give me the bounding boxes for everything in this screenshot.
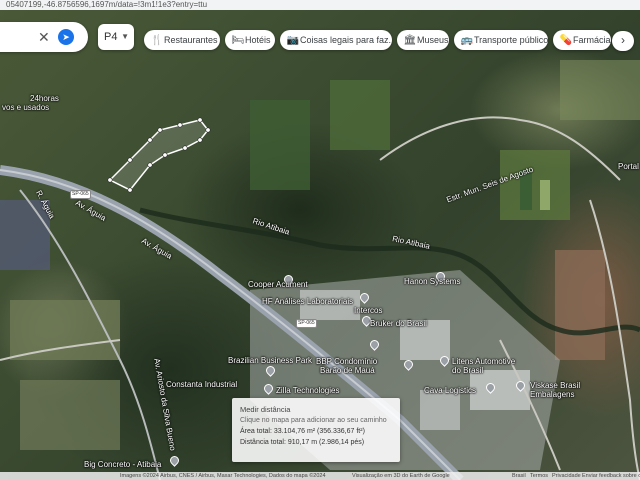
farm-field — [560, 60, 640, 120]
place-label[interactable]: Bruker do Brasil — [370, 319, 427, 328]
farm-field — [540, 180, 550, 210]
chip-label: Farmácias — [573, 35, 611, 45]
highway-shield: SP-065 — [70, 190, 91, 199]
chip-pharmacies[interactable]: 💊Farmácias — [553, 30, 611, 50]
place-label[interactable]: BBP Condomínio — [316, 357, 377, 366]
place-label[interactable]: do Brasil — [452, 366, 483, 375]
chip-hotels[interactable]: 🛏Hotéis — [225, 30, 275, 50]
measure-distance: Distância total: 910,17 m (2.986,14 pés) — [240, 439, 365, 446]
map-label[interactable]: vos e usados — [2, 103, 49, 112]
chip-restaurants[interactable]: 🍴Restaurantes — [144, 30, 220, 50]
measure-area: Área total: 33.104,76 m² (356.336,67 ft²… — [240, 428, 365, 435]
place-label[interactable]: Constanta Industrial — [166, 380, 237, 389]
farm-field — [330, 80, 390, 150]
place-label[interactable]: Embalagens — [530, 390, 574, 399]
measure-vertex[interactable] — [127, 187, 133, 193]
place-label[interactable]: Hanon Systems — [404, 277, 460, 286]
measure-title: Medir distância — [240, 405, 291, 414]
chip-museums[interactable]: 🏛Museus — [397, 30, 449, 50]
restaurant-icon: 🍴 — [150, 35, 164, 46]
place-label[interactable]: Brazilian Business Park — [228, 356, 312, 365]
chevron-down-icon: ▼ — [121, 32, 129, 41]
place-label[interactable]: Intercos — [354, 306, 382, 315]
chevron-right-icon: › — [621, 33, 625, 47]
measure-vertex[interactable] — [197, 117, 203, 123]
measure-vertex[interactable] — [162, 152, 168, 158]
map-footer: Imagens ©2024 Airbus, CNES / Airbus, Max… — [0, 472, 640, 480]
camera-icon: 📷 — [286, 35, 300, 46]
browser-url[interactable]: 05407199,-46.8756596,1697m/data=!3m1!1e3… — [0, 0, 640, 10]
grass-field — [20, 380, 120, 450]
chip-label: Coisas legais para faz... — [300, 35, 392, 45]
chip-label: Museus — [417, 35, 449, 45]
farm-field — [250, 100, 310, 190]
museum-icon: 🏛 — [403, 35, 417, 46]
hotel-icon: 🛏 — [231, 35, 245, 46]
place-label[interactable]: Zilla Technologies — [276, 386, 339, 395]
search-box[interactable]: ✕ ➤ — [0, 22, 88, 52]
feedback-link[interactable]: Enviar feedback sobre o produto — [582, 472, 640, 480]
terms-link[interactable]: Termos — [530, 472, 548, 480]
place-label[interactable]: Cooper Acument — [248, 280, 308, 289]
highway-shield: SP-065 — [296, 319, 317, 328]
measure-vertex[interactable] — [182, 145, 188, 151]
place-label[interactable]: Litens Automotive — [452, 357, 515, 366]
farm-field — [500, 150, 570, 220]
place-label[interactable]: Viskase Brasil — [530, 381, 580, 390]
measure-vertex[interactable] — [127, 157, 133, 163]
privacy-link[interactable]: Privacidade — [552, 472, 581, 480]
measure-vertex[interactable] — [197, 137, 203, 143]
country-link[interactable]: Brasil — [512, 472, 526, 480]
chips-next-button[interactable]: › — [612, 31, 634, 51]
bare-field — [555, 250, 605, 360]
chip-transit[interactable]: 🚌Transporte público — [454, 30, 548, 50]
measure-vertex[interactable] — [147, 137, 153, 143]
place-label[interactable]: Cava Logistics — [424, 386, 476, 395]
close-icon[interactable]: ✕ — [38, 29, 50, 45]
measure-distance-panel: Medir distância Clique no mapa para adic… — [232, 398, 400, 462]
chip-label: Transporte público — [474, 35, 548, 45]
imagery-credit: Imagens ©2024 Airbus, CNES / Airbus, Max… — [120, 473, 326, 479]
chip-things-to-do[interactable]: 📷Coisas legais para faz... — [280, 30, 392, 50]
place-label[interactable]: Barão de Mauá — [320, 366, 375, 375]
view-mode-link[interactable]: Visualização em 3D do Earth de Google — [352, 472, 450, 480]
grass-field — [10, 300, 120, 360]
pharmacy-icon: 💊 — [559, 35, 573, 46]
place-label[interactable]: Big Concreto - Atibaia — [84, 460, 161, 469]
measure-vertex[interactable] — [147, 162, 153, 168]
measure-vertex[interactable] — [107, 177, 113, 183]
language-label: P4 — [104, 31, 118, 43]
measure-vertex[interactable] — [157, 127, 163, 133]
transit-icon: 🚌 — [460, 35, 474, 46]
measure-hint: Clique no mapa para adicionar ao seu cam… — [240, 417, 387, 424]
language-selector[interactable]: P4 ▼ — [98, 24, 134, 50]
place-label[interactable]: HF Análises Laboratoriais — [262, 297, 353, 306]
building — [420, 390, 460, 430]
measure-vertex[interactable] — [177, 122, 183, 128]
measure-vertex[interactable] — [205, 127, 211, 133]
map-label[interactable]: Portal — [618, 162, 639, 171]
chip-label: Hotéis — [245, 35, 271, 45]
directions-icon[interactable]: ➤ — [58, 29, 74, 45]
chip-label: Restaurantes — [164, 35, 218, 45]
map-label[interactable]: 24horas — [30, 94, 59, 103]
